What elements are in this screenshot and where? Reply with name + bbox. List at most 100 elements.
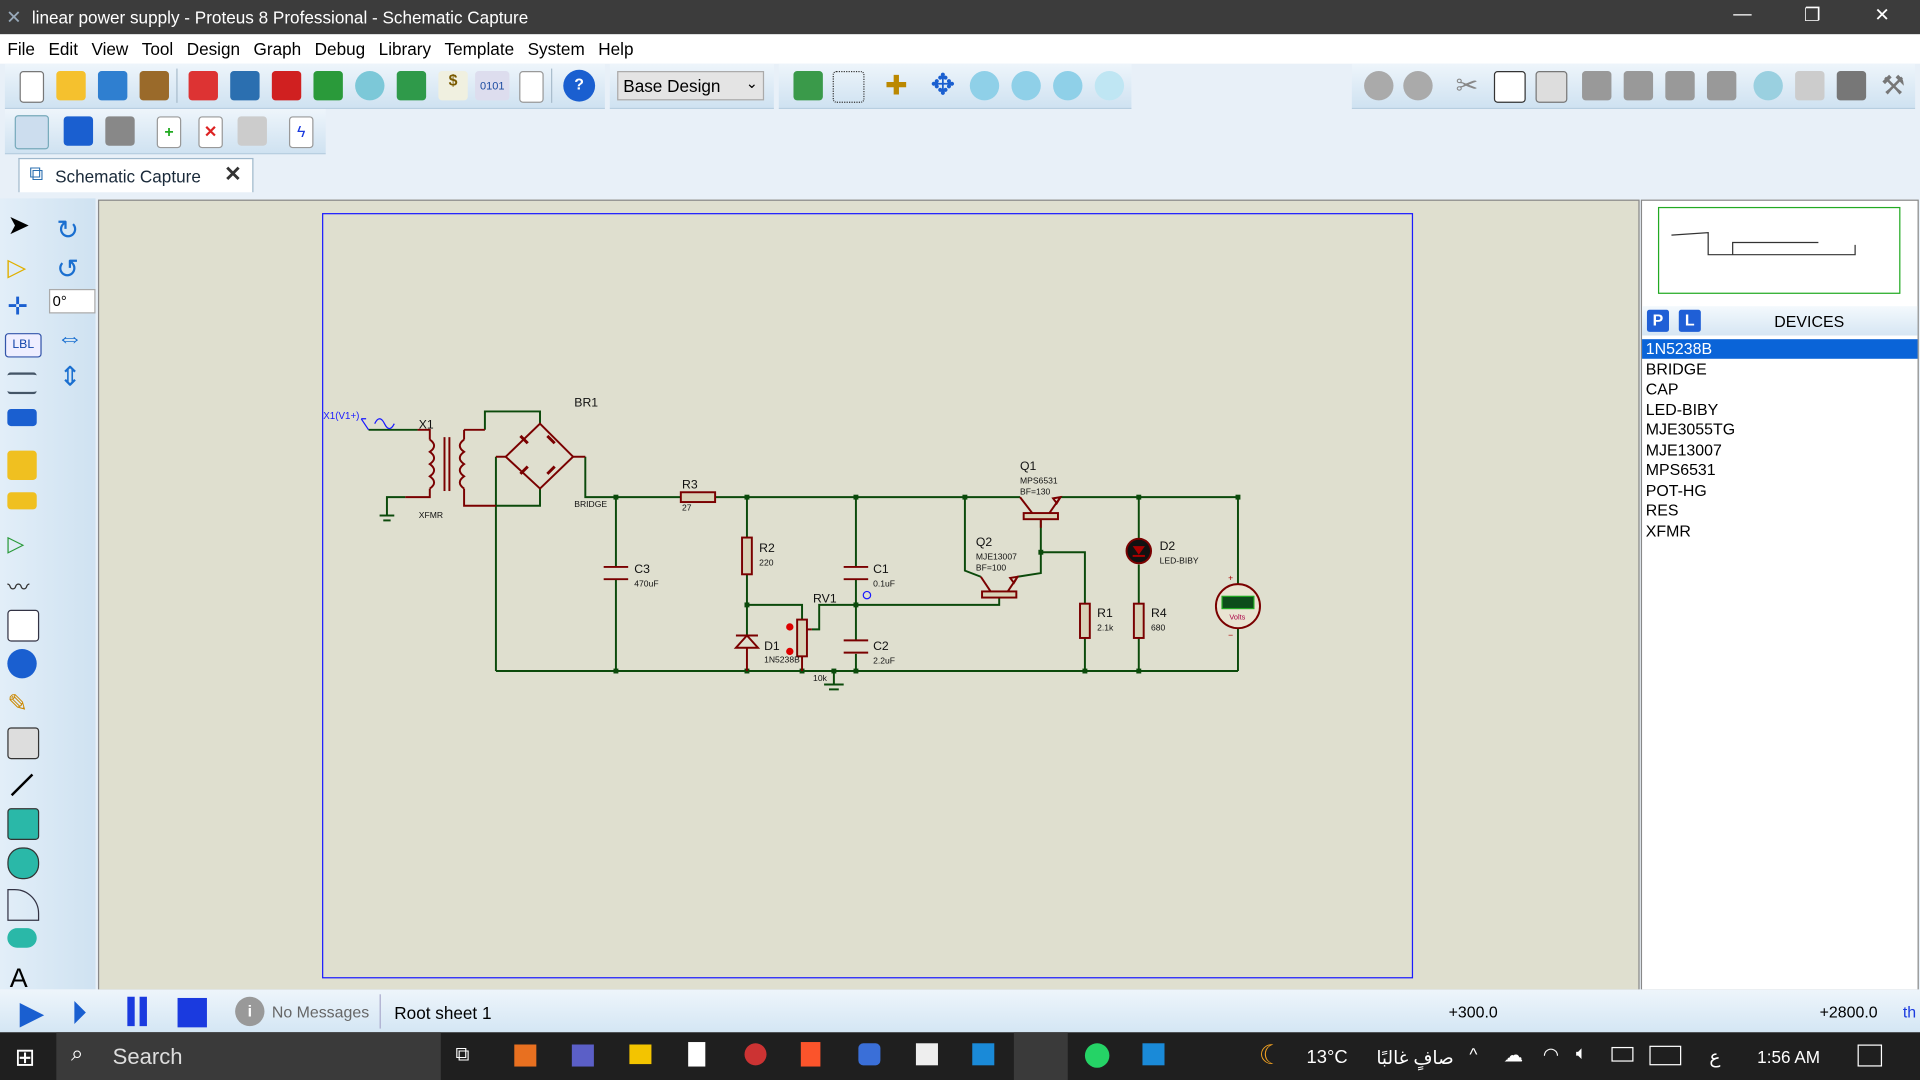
device-item[interactable]: 1N5238B (1642, 339, 1918, 359)
block-copy-icon[interactable] (1582, 71, 1612, 101)
variant-select[interactable]: Base Design ⌄ (617, 71, 765, 101)
notifications-icon[interactable] (1857, 1044, 1883, 1067)
help-icon[interactable]: ? (563, 69, 596, 102)
wire-label-icon[interactable]: LBL (4, 333, 42, 358)
battery-icon[interactable] (1611, 1046, 1634, 1062)
stop-button[interactable] (177, 997, 207, 1028)
maximize-button[interactable]: ❐ (1784, 4, 1840, 31)
property-assignment-icon[interactable] (105, 116, 135, 146)
generator-mode-icon[interactable] (7, 648, 37, 679)
copy-icon[interactable] (1493, 71, 1526, 103)
wire-autorouter-icon[interactable] (14, 115, 49, 150)
exit-to-parent-icon[interactable] (237, 116, 267, 146)
device-item[interactable]: MJE13007 (1642, 440, 1918, 460)
junction-dot-icon[interactable]: ✛ (7, 291, 36, 321)
component-mode-icon[interactable]: ▷ (7, 252, 36, 282)
packaging-tool-icon[interactable] (1836, 71, 1867, 101)
units-indicator[interactable]: th (1903, 1003, 1916, 1021)
home-icon[interactable] (188, 71, 218, 101)
arc-tool-icon[interactable] (7, 888, 40, 921)
menu-edit[interactable]: Edit (41, 34, 84, 59)
search-part-icon[interactable] (63, 116, 94, 146)
line-tool-icon[interactable] (10, 773, 34, 797)
menu-file[interactable]: File (0, 34, 41, 59)
block-move-icon[interactable] (1623, 71, 1654, 101)
device-item[interactable]: XFMR (1642, 521, 1918, 541)
cut-icon[interactable]: ✂ (1452, 70, 1481, 100)
menu-view[interactable]: View (84, 34, 134, 59)
play-button[interactable]: ▶ (20, 994, 44, 1032)
grid-icon[interactable] (832, 71, 865, 103)
import-icon[interactable] (139, 71, 169, 101)
rotation-angle-input[interactable]: 0° (48, 288, 96, 314)
weather-temp[interactable]: 13°C (1307, 1047, 1348, 1068)
tab-close-button[interactable]: ✕ (224, 163, 241, 187)
weather-text[interactable]: صافٍ غالبًا (1376, 1047, 1453, 1069)
device-item[interactable]: RES (1642, 501, 1918, 521)
menu-graph[interactable]: Graph (246, 34, 307, 59)
clock[interactable]: 1:56 AM (1757, 1047, 1820, 1067)
3d-viewer-icon[interactable] (313, 71, 343, 101)
menu-debug[interactable]: Debug (307, 34, 371, 59)
chevron-up-icon[interactable]: ^ (1469, 1044, 1477, 1064)
pcb-layout-icon[interactable] (271, 71, 302, 101)
pick-device-icon[interactable] (1753, 71, 1783, 101)
schematic-icon[interactable] (230, 71, 260, 101)
paste-icon[interactable] (1535, 71, 1568, 103)
probe-mode-icon[interactable]: ✎ (7, 688, 36, 718)
teams-icon[interactable] (571, 1044, 594, 1067)
block-rotate-icon[interactable] (1665, 71, 1695, 101)
file-explorer-icon[interactable] (629, 1044, 652, 1065)
subcircuit-icon[interactable] (7, 450, 37, 481)
save-icon[interactable] (97, 71, 128, 101)
selection-mode-icon[interactable]: ➤ (7, 210, 36, 240)
zoom-in-icon[interactable] (969, 71, 1000, 101)
power-automate-icon[interactable] (858, 1043, 881, 1066)
menu-system[interactable]: System (520, 34, 591, 59)
buses-icon[interactable] (7, 408, 37, 427)
undo-icon[interactable] (1364, 71, 1394, 101)
box-tool-icon[interactable] (7, 808, 40, 841)
rotate-anticlockwise-icon[interactable]: ↺ (56, 254, 85, 284)
schematic-canvas[interactable]: X1(V1+) X1 XFMR BR1 BRIDGE R3 27 C3 470u… (97, 199, 1640, 991)
text-script-icon[interactable] (7, 372, 37, 395)
electrical-rule-check-icon[interactable]: ϟ (288, 116, 314, 149)
mirror-vertical-icon[interactable]: ⇕ (59, 362, 88, 391)
path-tool-icon[interactable] (7, 928, 37, 948)
step-button[interactable]: ⏵ (71, 994, 87, 1033)
device-pins-icon[interactable]: ▷ (7, 531, 36, 560)
device-item[interactable]: LED-BIBY (1642, 400, 1918, 420)
menu-design[interactable]: Design (179, 34, 246, 59)
block-delete-icon[interactable] (1706, 71, 1737, 101)
text-tool-icon[interactable]: A (10, 962, 39, 993)
pause-button[interactable] (127, 996, 135, 1027)
proteus-taskbar-button[interactable] (1013, 1032, 1068, 1080)
zoom-all-icon[interactable] (1053, 71, 1083, 101)
device-item[interactable]: MJE3055TG (1642, 420, 1918, 440)
open-folder-icon[interactable] (56, 71, 86, 101)
volume-icon[interactable]: 🔈︎ (1576, 1043, 1587, 1064)
minimize-button[interactable]: — (1714, 4, 1770, 31)
bill-of-materials-icon[interactable]: $ (438, 71, 468, 101)
device-item[interactable]: POT-HG (1642, 481, 1918, 501)
brave-browser-icon[interactable] (800, 1042, 821, 1067)
media-player-icon[interactable] (1142, 1043, 1165, 1066)
make-device-icon[interactable] (1795, 71, 1825, 101)
close-button[interactable]: ✕ (1854, 4, 1910, 31)
terminals-icon[interactable] (7, 492, 37, 510)
device-item[interactable]: BRIDGE (1642, 359, 1918, 379)
vscode-icon[interactable] (972, 1043, 995, 1066)
origin-icon[interactable]: ✚ (882, 70, 911, 100)
redo-icon[interactable] (1403, 71, 1433, 101)
pick-devices-button[interactable]: P (1646, 309, 1669, 332)
graph-mode-icon[interactable]: 〰 (7, 571, 36, 600)
device-item[interactable]: CAP (1642, 380, 1918, 400)
menu-template[interactable]: Template (437, 34, 520, 59)
hammer-icon[interactable]: ⚒ (1878, 70, 1907, 100)
menu-library[interactable]: Library (371, 34, 437, 59)
task-view-icon[interactable]: ⧉ (456, 1044, 470, 1066)
input-language[interactable]: ع (1709, 1046, 1720, 1068)
rotate-clockwise-icon[interactable]: ↻ (56, 215, 85, 245)
windows-start-icon[interactable]: ⊞ (15, 1042, 36, 1073)
circle-tool-icon[interactable] (7, 847, 40, 880)
